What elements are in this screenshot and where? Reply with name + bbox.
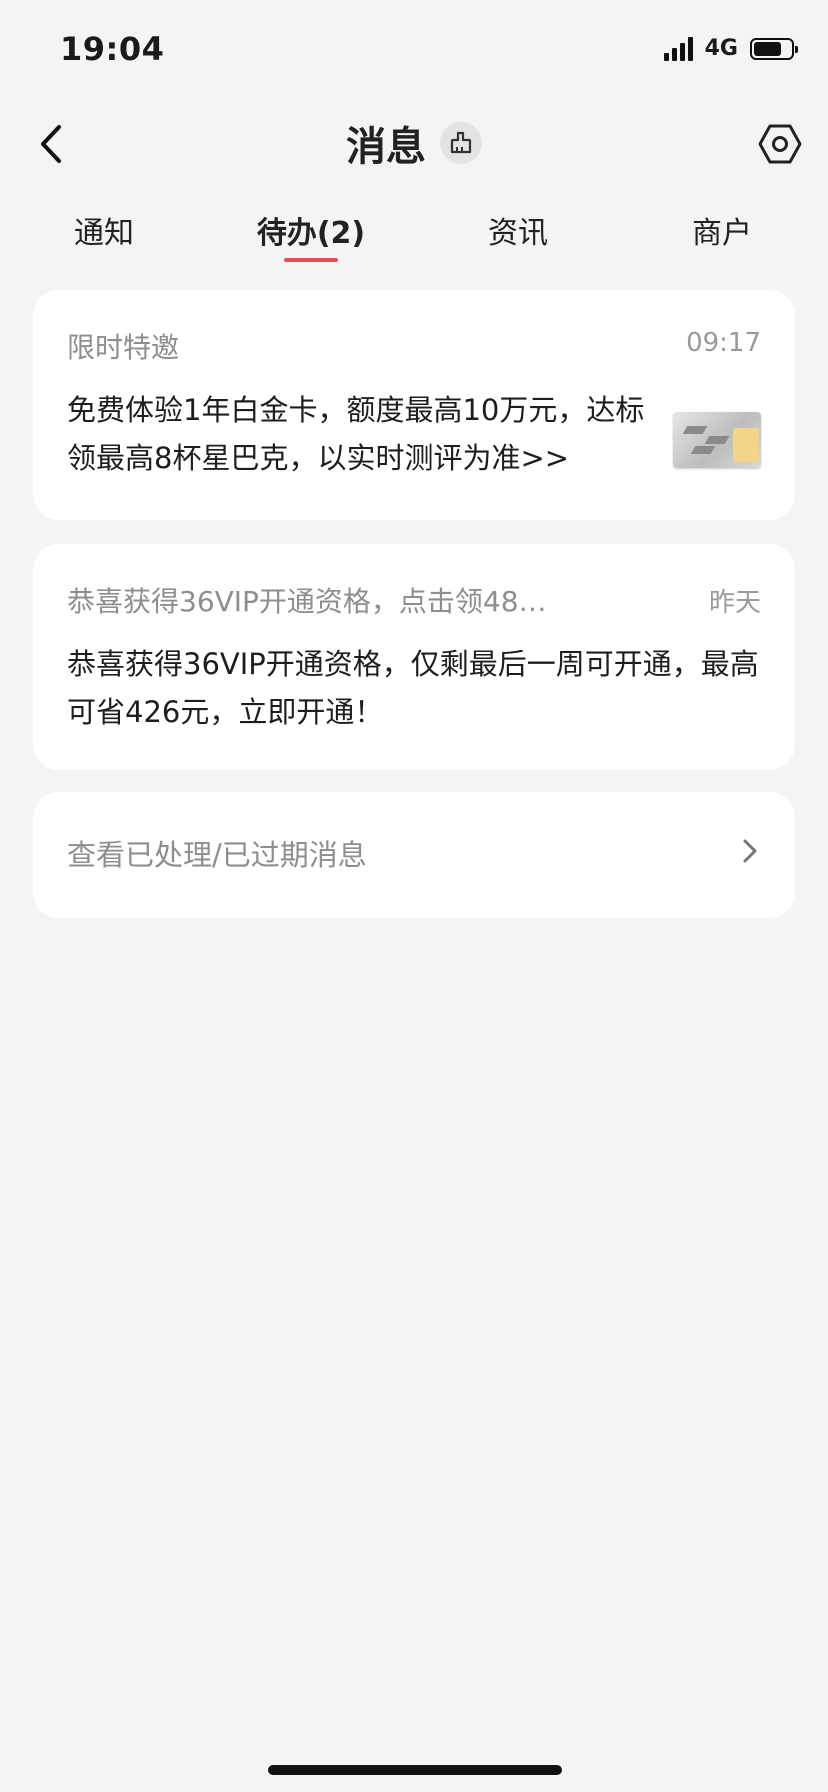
battery-level	[754, 41, 781, 56]
battery-icon	[750, 37, 798, 60]
network-type: 4G	[704, 36, 738, 61]
view-history-link[interactable]: 查看已处理/已过期消息	[33, 792, 795, 918]
message-card[interactable]: 限时特邀 09:17 免费体验1年白金卡，额度最高10万元，达标领最高8杯星巴克…	[33, 290, 795, 520]
broom-icon	[450, 131, 472, 154]
message-time: 昨天	[708, 588, 761, 618]
status-time: 19:04	[60, 30, 165, 68]
message-subject: 恭喜获得36VIP开通资格，点击领48…	[67, 585, 547, 618]
status-indicators: 4G	[663, 36, 798, 61]
message-subject: 限时特邀	[67, 331, 180, 364]
title-group: 消息	[0, 114, 828, 172]
clean-messages-button[interactable]	[440, 122, 482, 164]
status-bar: 19:04 4G	[0, 0, 828, 100]
chevron-right-icon	[743, 839, 757, 863]
tab-merchants[interactable]: 商户	[684, 208, 760, 252]
tab-notifications[interactable]: 通知	[66, 208, 142, 252]
home-indicator[interactable]	[268, 1765, 562, 1775]
message-body: 恭喜获得36VIP开通资格，仅剩最后一周可开通，最高可省426元，立即开通！	[67, 647, 759, 729]
tab-todo[interactable]: 待办(2)	[254, 208, 368, 262]
message-time: 09:17	[686, 328, 761, 358]
tab-label: 待办(2)	[256, 216, 366, 251]
settings-button[interactable]	[754, 118, 806, 170]
tab-label: 通知	[74, 216, 134, 251]
tab-news[interactable]: 资讯	[480, 208, 556, 252]
signal-icon	[663, 36, 693, 61]
active-tab-indicator	[284, 258, 338, 262]
page-title: 消息	[346, 124, 426, 170]
credit-card-thumbnail	[673, 412, 761, 468]
history-link-label: 查看已处理/已过期消息	[67, 838, 367, 872]
nav-bar: 消息	[0, 108, 828, 184]
hexagon-gear-icon	[758, 124, 802, 164]
tab-label: 商户	[692, 216, 752, 251]
message-body: 免费体验1年白金卡，额度最高10万元，达标领最高8杯星巴克，以实时测评为准>>	[67, 393, 645, 475]
tab-label: 资讯	[488, 216, 548, 251]
message-card[interactable]: 恭喜获得36VIP开通资格，点击领48… 昨天 恭喜获得36VIP开通资格，仅剩…	[33, 544, 795, 770]
tab-bar: 通知 待办(2) 资讯 商户	[0, 208, 828, 272]
